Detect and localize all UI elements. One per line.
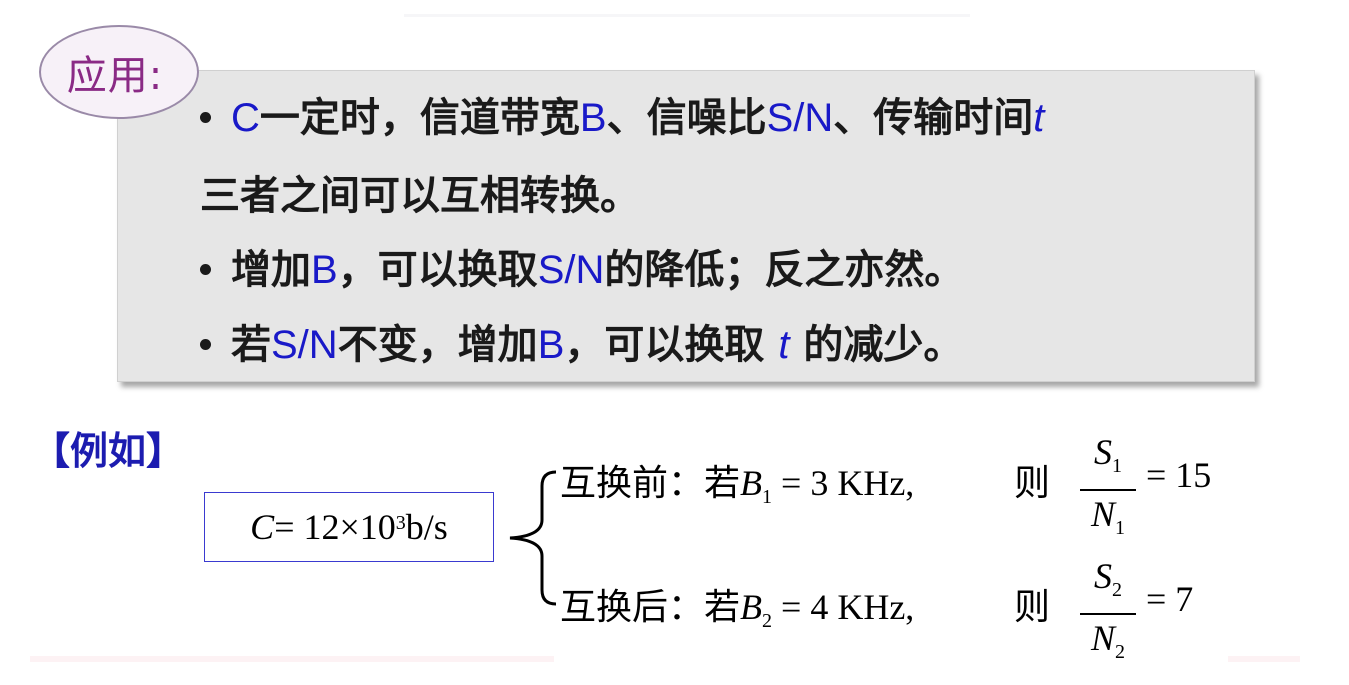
capacity-formula-box: C = 12×10 3 b/s	[204, 492, 494, 562]
after-then: 则	[1014, 587, 1051, 627]
after-snr-fraction: S2 N2	[1080, 556, 1136, 672]
after-exchange-text: 互换后：若B2 = 4 KHz,	[560, 587, 915, 633]
continuation-line: 三者之间可以互相转换。	[200, 173, 640, 219]
top-divider	[404, 14, 970, 17]
badge-label: 应用:	[66, 53, 164, 99]
bottom-band-right	[1228, 656, 1300, 662]
bullet-dot-icon	[200, 338, 211, 350]
example-label: 【例如】	[32, 428, 185, 473]
bullet-dot-icon	[200, 111, 211, 123]
bullet-line-3: 若S/N不变，增加B，可以换取 t 的减少。	[200, 321, 963, 369]
before-result: = 15	[1146, 455, 1212, 495]
left-brace-icon	[509, 470, 557, 606]
bottom-band-left	[30, 656, 554, 662]
bullet-line-2: 增加B，可以换取S/N的降低；反之亦然。	[200, 246, 964, 294]
bullet-dot-icon	[200, 263, 211, 275]
before-then: 则	[1014, 463, 1051, 503]
application-badge: 应用:	[39, 25, 199, 119]
before-exchange-text: 互换前：若B1 = 3 KHz,	[560, 463, 915, 509]
before-snr-fraction: S1 N1	[1080, 432, 1136, 548]
bullet-line-1: C一定时，信道带宽B、信噪比S/N、传输时间t	[200, 94, 1044, 142]
after-result: = 7	[1146, 579, 1194, 619]
